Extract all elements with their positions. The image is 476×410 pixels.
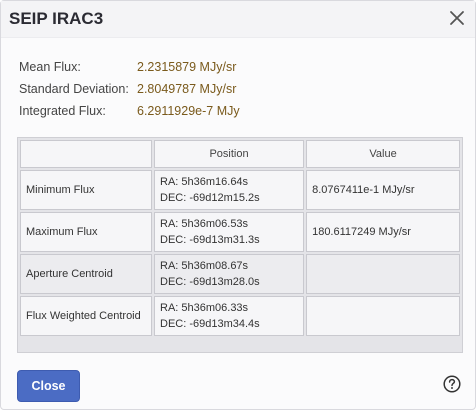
flux-summary: Mean Flux: 2.2315879 MJy/sr Standard Dev… (19, 56, 240, 122)
stat-row-integrated-flux: Integrated Flux: 6.2911929e-7 MJy (19, 100, 240, 122)
stat-value: 2.8049787 MJy/sr (137, 82, 237, 96)
close-icon[interactable] (447, 8, 467, 28)
position-ra: RA: 5h36m08.67s (160, 260, 249, 272)
position-dec: DEC: -69d13m31.3s (160, 234, 260, 246)
row-value: 8.0767411e-1 MJy/sr (306, 170, 460, 210)
stat-value: 6.2911929e-7 MJy (137, 104, 240, 118)
column-header-position: Position (154, 140, 305, 168)
row-name: Flux Weighted Centroid (20, 296, 152, 336)
stat-row-mean-flux: Mean Flux: 2.2315879 MJy/sr (19, 56, 240, 78)
row-value: 180.6117249 MJy/sr (306, 212, 460, 252)
row-position: RA: 5h36m08.67s DEC: -69d13m28.0s (154, 254, 305, 294)
position-dec: DEC: -69d13m34.4s (160, 318, 260, 330)
stat-label: Standard Deviation: (19, 82, 129, 96)
statistics-dialog: SEIP IRAC3 Mean Flux: 2.2315879 MJy/sr S… (0, 0, 476, 410)
row-value (306, 296, 460, 336)
column-header (20, 140, 152, 168)
stat-value: 2.2315879 MJy/sr (137, 60, 237, 74)
dialog-title: SEIP IRAC3 (9, 9, 104, 28)
table-row: Minimum Flux RA: 5h36m16.64s DEC: -69d12… (20, 170, 460, 210)
stat-label: Mean Flux: (19, 60, 81, 74)
position-ra: RA: 5h36m16.64s (160, 176, 249, 188)
position-ra: RA: 5h36m06.53s (160, 218, 249, 230)
row-name: Maximum Flux (20, 212, 152, 252)
table-row: Maximum Flux RA: 5h36m06.53s DEC: -69d13… (20, 212, 460, 252)
help-icon[interactable] (443, 375, 461, 393)
dialog-title-bar[interactable]: SEIP IRAC3 (1, 1, 475, 38)
stat-label: Integrated Flux: (19, 104, 106, 118)
row-position: RA: 5h36m16.64s DEC: -69d12m15.2s (154, 170, 305, 210)
table-header-row: Position Value (20, 140, 460, 168)
row-position: RA: 5h36m06.33s DEC: -69d13m34.4s (154, 296, 305, 336)
table-row: Aperture Centroid RA: 5h36m08.67s DEC: -… (20, 254, 460, 294)
column-header-value: Value (306, 140, 460, 168)
position-dec: DEC: -69d12m15.2s (160, 192, 260, 204)
position-dec: DEC: -69d13m28.0s (160, 276, 260, 288)
row-value (306, 254, 460, 294)
row-position: RA: 5h36m06.53s DEC: -69d13m31.3s (154, 212, 305, 252)
stat-row-standard-deviation: Standard Deviation: 2.8049787 MJy/sr (19, 78, 240, 100)
row-name: Aperture Centroid (20, 254, 152, 294)
position-ra: RA: 5h36m06.33s (160, 302, 249, 314)
table-row: Flux Weighted Centroid RA: 5h36m06.33s D… (20, 296, 460, 336)
statistics-table: Position Value Minimum Flux RA: 5h36m16.… (17, 137, 463, 353)
row-name: Minimum Flux (20, 170, 152, 210)
close-button[interactable]: Close (17, 370, 80, 402)
